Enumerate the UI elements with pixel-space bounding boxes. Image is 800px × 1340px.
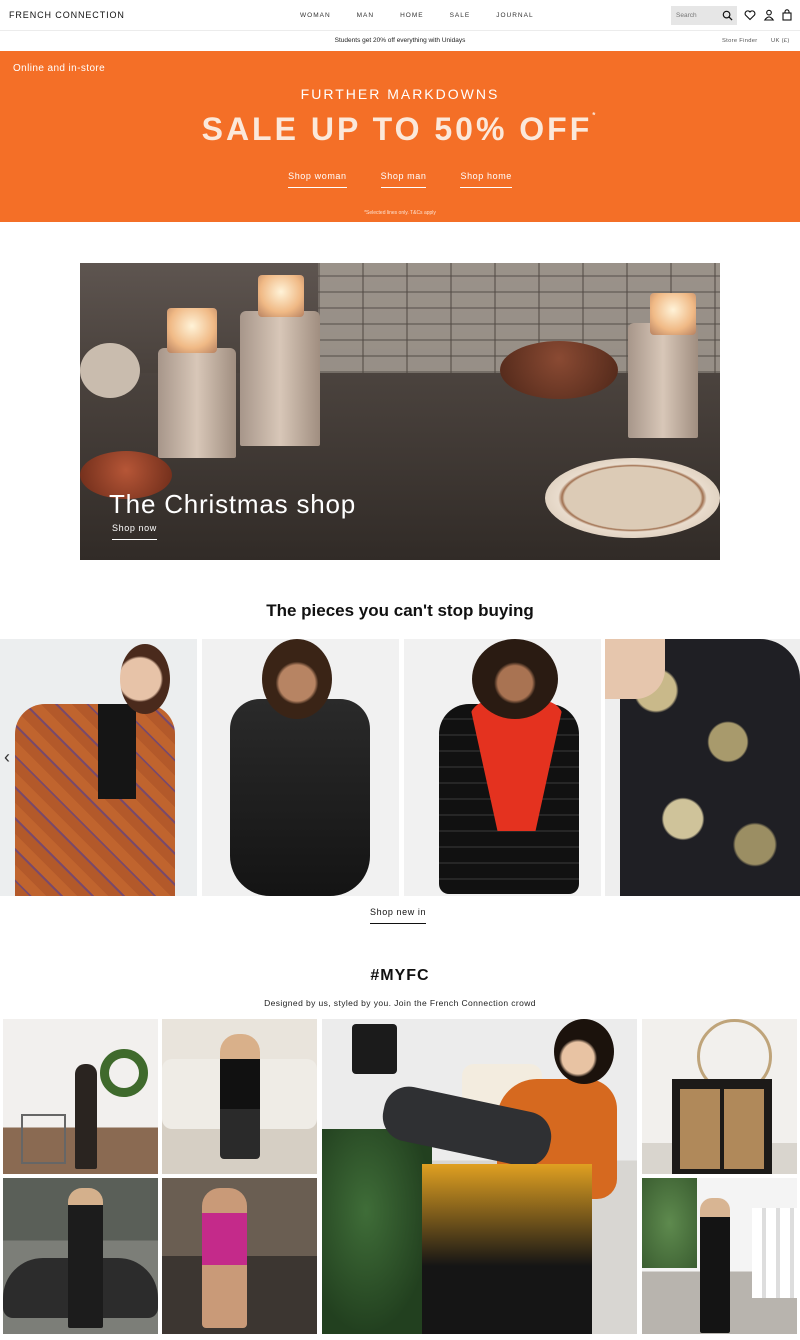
hero-bowl-left (80, 343, 140, 398)
store-finder-link[interactable]: Store Finder (722, 38, 758, 44)
search-input[interactable] (671, 6, 721, 25)
ugc-tile[interactable] (3, 1178, 158, 1334)
locale-selector[interactable]: UK (£) (771, 38, 790, 44)
ugc-wreath (100, 1049, 148, 1097)
hero-candle-3 (650, 293, 696, 335)
ugc-cabinet-door-right (724, 1089, 764, 1169)
ugc-tile[interactable] (642, 1178, 797, 1334)
ugc-balustrade (752, 1208, 797, 1298)
ugc-shelf (21, 1114, 66, 1164)
products-section-title: The pieces you can't stop buying (266, 601, 534, 620)
product-carousel (0, 639, 800, 896)
sale-terms-note: *Selected lines only. T&Cs apply (364, 210, 436, 216)
ugc-person (75, 1064, 97, 1169)
nav-item-journal[interactable]: JOURNAL (496, 12, 533, 19)
product-image-check-blazer (15, 704, 175, 896)
sale-banner: Online and in-store FURTHER MARKDOWNS SA… (0, 51, 800, 222)
hero-plate (545, 458, 720, 538)
hero-bowl-dark (500, 341, 618, 399)
nav-item-sale[interactable]: SALE (450, 12, 471, 19)
product-image-top (98, 704, 136, 799)
ugc-person (220, 1034, 260, 1159)
shop-new-in-link[interactable]: Shop new in (370, 907, 427, 924)
ugc-person (700, 1198, 730, 1333)
hero-shop-now-link[interactable]: Shop now (112, 523, 157, 540)
product-card[interactable] (0, 639, 197, 896)
sale-tag: Online and in-store (13, 63, 106, 74)
product-card[interactable] (605, 639, 800, 896)
hero-vase-3 (628, 323, 698, 438)
ugc-lamp (352, 1024, 397, 1074)
bag-icon[interactable] (781, 9, 793, 21)
ugc-person (202, 1188, 247, 1328)
hero-vase-1 (158, 348, 236, 458)
ugc-tile[interactable] (3, 1019, 158, 1174)
site-header: FRENCH CONNECTION WOMAN MAN HOME SALE JO… (0, 0, 800, 31)
sale-subtitle: FURTHER MARKDOWNS (300, 86, 500, 102)
nav-item-home[interactable]: HOME (400, 12, 424, 19)
hero-title: The Christmas shop (109, 489, 357, 519)
ugc-plant (322, 1129, 432, 1334)
search-icon[interactable] (722, 10, 733, 21)
sale-links: Shop woman Shop man Shop home (0, 171, 800, 188)
product-card[interactable] (202, 639, 399, 896)
sale-title: SALE UP TO 50% OFF* (0, 111, 800, 148)
hero-candle-2 (258, 275, 304, 317)
carousel-prev-arrow[interactable]: ‹ (4, 747, 10, 768)
product-image-head (120, 644, 170, 714)
nav-item-woman[interactable]: WOMAN (300, 12, 331, 19)
ugc-tile[interactable] (162, 1178, 317, 1334)
myfc-title: #MYFC (370, 967, 430, 984)
ugc-tree (642, 1178, 697, 1268)
sale-title-mark: * (592, 111, 599, 120)
shop-home-link[interactable]: Shop home (460, 171, 512, 188)
ugc-cabinet-door-left (680, 1089, 720, 1169)
account-icon[interactable] (763, 9, 775, 21)
ugc-person (68, 1188, 103, 1328)
myfc-subtitle: Designed by us, styled by you. Join the … (264, 998, 536, 1008)
christmas-hero[interactable]: The Christmas shop Shop now (80, 263, 720, 560)
hero-candle-1 (167, 308, 217, 353)
nav-item-man[interactable]: MAN (357, 12, 374, 19)
ugc-tile[interactable] (642, 1019, 797, 1174)
product-image-black-dress (230, 699, 370, 896)
hero-vase-2 (240, 311, 320, 446)
ugc-tile[interactable] (162, 1019, 317, 1174)
shop-woman-link[interactable]: Shop woman (288, 171, 347, 188)
sale-title-text: SALE UP TO 50% OFF (201, 111, 593, 147)
product-image-head (262, 639, 332, 719)
promo-text[interactable]: Students get 20% off everything with Uni… (0, 37, 800, 44)
main-nav: WOMAN MAN HOME SALE JOURNAL (300, 12, 560, 19)
ugc-throw (422, 1164, 592, 1334)
ugc-head (554, 1019, 614, 1084)
promo-strip: Students get 20% off everything with Uni… (0, 31, 800, 51)
product-image-skin (605, 639, 665, 699)
brand-logo[interactable]: FRENCH CONNECTION (9, 10, 125, 20)
shop-man-link[interactable]: Shop man (380, 171, 427, 188)
search-box (671, 6, 737, 25)
product-image-head (472, 639, 558, 719)
product-card[interactable] (404, 639, 601, 896)
heart-icon[interactable] (744, 9, 756, 21)
ugc-tile[interactable] (322, 1019, 637, 1334)
